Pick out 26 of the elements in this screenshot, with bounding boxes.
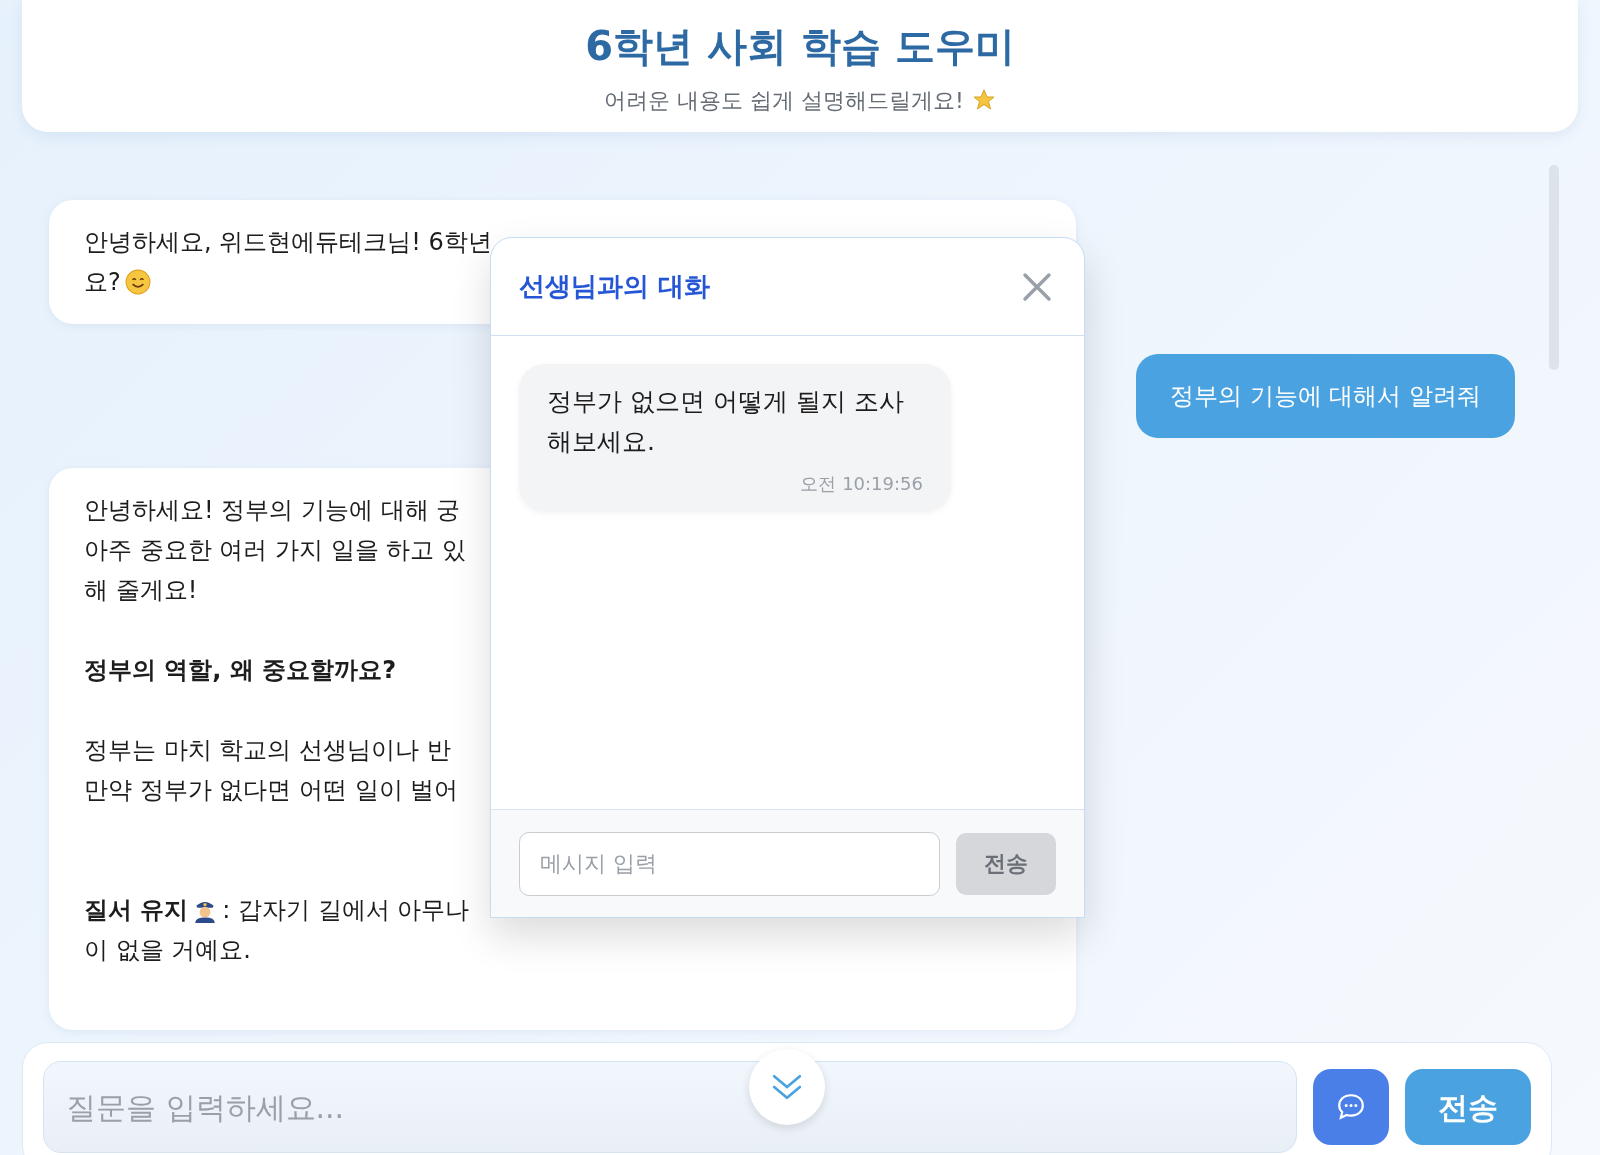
message-input-field[interactable]: 메시지 입력	[519, 831, 940, 896]
message-text: 요?	[84, 267, 121, 298]
message-text: : 갑자기 길에서 아무나	[222, 895, 470, 926]
message-heading: 정부의 역할, 왜 중요할까요?	[84, 655, 397, 686]
double-chevron-down-icon	[770, 1072, 804, 1102]
star-icon	[971, 88, 996, 112]
dialog-title: 선생님과의 대화	[519, 270, 711, 303]
message-text: 정부는 마치 학교의 선생님이나 반	[84, 735, 451, 766]
send-button[interactable]: 전송	[1405, 1069, 1531, 1145]
message-text: 안녕하세요! 정부의 기능에 대해 궁	[84, 495, 461, 526]
chat-button[interactable]	[1313, 1069, 1389, 1145]
message-text: 해 줄게요!	[84, 575, 198, 606]
dialog-message-text: 정부가 없으면 어떻게 될지 조사해보세요.	[547, 386, 905, 458]
message-text: 이 없을 거예요.	[84, 935, 251, 966]
message-text: 안녕하세요, 위드현에듀테크님! 6학년	[84, 227, 492, 258]
close-icon	[1022, 271, 1052, 302]
item-label: 질서 유지	[84, 895, 189, 926]
message-text: 만약 정부가 없다면 어떤 일이 벌어	[84, 775, 459, 806]
smiley-icon	[124, 269, 151, 295]
message-text: 아주 중요한 여러 가지 일을 하고 있	[84, 535, 466, 566]
question-input-field[interactable]: 질문을 입력하세요...	[43, 1061, 1297, 1153]
app-title: 6학년 사회 학습 도우미	[585, 21, 1015, 71]
app-subtitle: 어려운 내용도 쉽게 설명해드릴게요!	[604, 86, 964, 115]
chat-bubble-icon	[1336, 1092, 1366, 1122]
message-time: 오전 10:19:56	[800, 472, 923, 496]
user-message: 정부의 기능에 대해서 알려줘	[1136, 354, 1515, 438]
